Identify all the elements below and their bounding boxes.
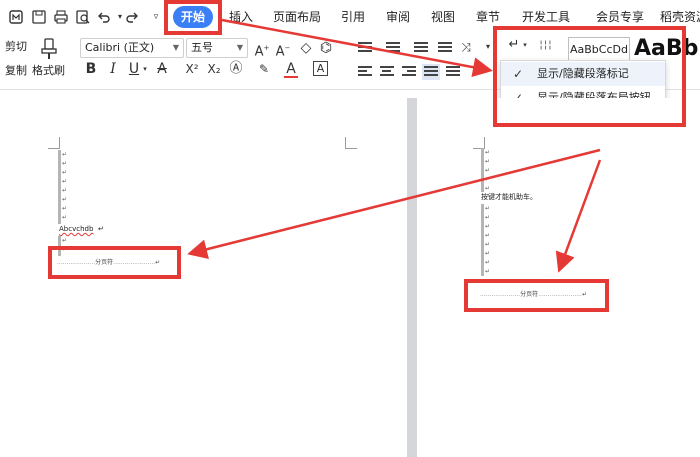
strikethrough-button[interactable]: A [155,60,169,78]
line-spacing-icon[interactable]: ⇕ [470,62,484,80]
tab-home[interactable]: 开始 [173,6,213,28]
underline-dropdown-icon[interactable]: ▾ [141,60,149,78]
tab-page-layout[interactable]: 页面布局 [273,9,321,25]
chinese-layout-icon[interactable]: ⤨ [458,38,474,56]
more-icon[interactable]: ▾ [482,38,494,56]
chevron-down-icon: ▼ [236,43,243,52]
font-family-value: Calibri (正文) [85,41,155,54]
paragraph-mark-toggle-icon[interactable]: ↵ [506,36,522,54]
paragraph-mark-dropdown-icon[interactable]: ▾ [521,36,529,54]
phonetic-guide-icon[interactable]: ⌬ [318,39,334,57]
save-icon[interactable] [31,9,47,25]
page-break-marker: ....................分页符.................… [57,259,161,266]
underline-button[interactable]: U [127,60,141,78]
decrease-indent-icon[interactable] [414,42,428,54]
tab-review[interactable]: 审阅 [386,9,410,25]
grow-font-icon[interactable]: A+ [254,39,270,59]
crop-mark [48,137,60,149]
paragraph-mark: ↵ [98,225,104,233]
clear-format-icon[interactable]: ◇ [298,39,314,57]
document-text-line[interactable]: 按键才能机助车。 [481,193,537,202]
paragraph-marks-column: ↵ ↵ ↵ ↵ ↵ ↵ ↵ ↵ [481,204,490,276]
paragraph-marks-column: ↵ ↵ ↵ ↵ ↵ [481,148,490,192]
crop-mark [345,137,357,149]
page-break-marker: .....................分页符................… [480,291,587,298]
align-left-icon[interactable] [358,66,372,78]
tab-insert[interactable]: 插入 [229,9,253,25]
print-preview-icon[interactable] [75,9,91,25]
font-size-value: 五号 [191,41,213,54]
wps-home-icon[interactable] [8,9,24,25]
tab-view[interactable]: 视图 [431,9,455,25]
page-gutter [407,98,417,457]
redo-icon[interactable] [124,9,140,25]
copy-button[interactable]: 复制 [5,64,27,78]
left-page[interactable]: ↵ ↵ ↵ ↵ ↵ ↵ ↵ ↵ Abcvchdb ↵ ↵ ↵ .................… [0,98,407,457]
chevron-down-icon: ▼ [172,43,179,52]
right-page[interactable]: ↵ ↵ ↵ ↵ ↵ 按键才能机助车。 ↵ ↵ ↵ ↵ ↵ ↵ ↵ ↵ ................… [417,98,700,457]
shrink-font-icon[interactable]: A− [275,39,291,59]
align-center-icon[interactable] [380,66,394,78]
superscript-button[interactable]: X² [183,60,201,78]
text-effect-icon[interactable]: Ⓐ [229,60,243,78]
italic-button[interactable]: I [106,60,120,78]
highlight-icon[interactable]: ✎ [257,60,271,78]
tab-member[interactable]: 会员专享 [596,9,644,25]
paragraph-marks-column: ↵ ↵ ↵ ↵ ↵ ↵ ↵ ↵ [58,150,67,224]
bold-button[interactable]: B [84,60,98,78]
paragraph-marks-column: ↵ ↵ [58,236,67,256]
document-text-line[interactable]: Abcvchdb [59,225,93,234]
numbered-list-icon[interactable] [386,42,400,54]
undo-icon[interactable] [96,9,112,25]
format-painter-icon[interactable] [38,37,60,61]
font-color-button[interactable]: A [284,60,298,78]
subscript-button[interactable]: X₂ [205,60,223,78]
increase-indent-icon[interactable] [438,42,452,54]
check-icon: ✓ [513,67,524,81]
menu-bar: ▾ ▿ 开始 插入 页面布局 引用 审阅 视图 章节 开发工具 会员专享 稻壳资… [0,0,700,34]
menu-item-toggle-paragraph-marks[interactable]: ✓ 显示/隐藏段落标记 [501,62,665,86]
char-border-button[interactable]: A [313,61,328,76]
tab-developer[interactable]: 开发工具 [522,9,570,25]
format-painter-button[interactable]: 格式刷 [32,64,65,78]
tab-references[interactable]: 引用 [341,9,365,25]
align-right-icon[interactable] [402,66,416,78]
distributed-align-icon[interactable] [446,66,460,78]
document-area[interactable]: ↵ ↵ ↵ ↵ ↵ ↵ ↵ ↵ Abcvchdb ↵ ↵ ↵ .................… [0,98,700,457]
customize-qat-icon[interactable]: ▿ [148,9,164,25]
justify-icon[interactable] [422,64,440,80]
bullet-list-icon[interactable] [358,42,372,54]
print-icon[interactable] [53,9,69,25]
tab-chapter[interactable]: 章节 [476,9,500,25]
ruler-icon[interactable]: ╎╎╎ [536,37,554,55]
tab-docer[interactable]: 稻壳资源 [660,9,700,25]
cut-button[interactable]: 剪切 [5,40,27,54]
font-size-select[interactable]: 五号 ▼ [186,38,248,58]
font-family-select[interactable]: Calibri (正文) ▼ [80,38,184,58]
